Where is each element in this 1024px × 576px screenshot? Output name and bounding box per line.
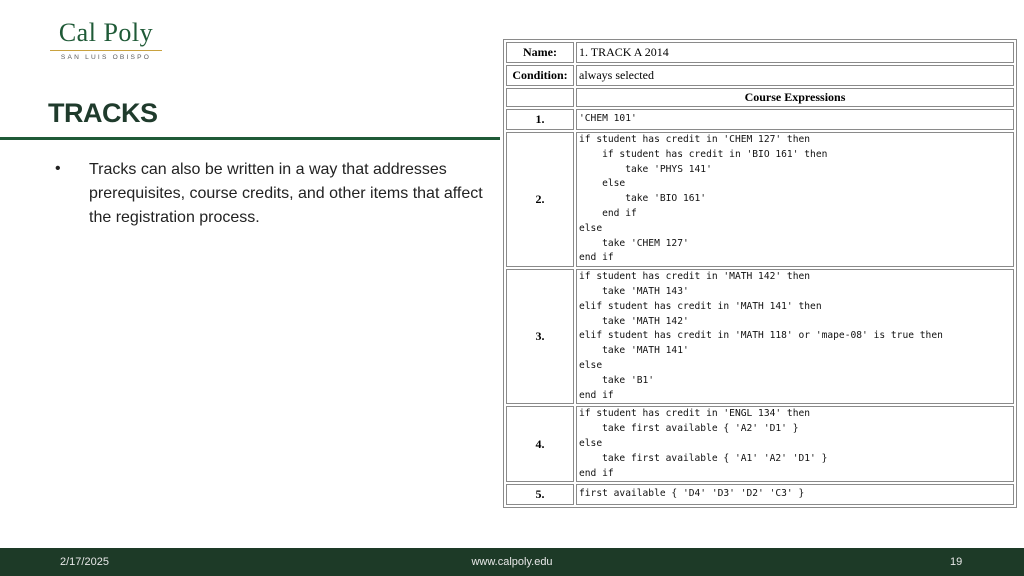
expression-cell: if student has credit in 'ENGL 134' then…	[576, 406, 1014, 483]
expression-row: 5. first available { 'D4' 'D3' 'D2' 'C3'…	[506, 484, 1014, 506]
header-row: Course Expressions	[506, 88, 1014, 107]
expression-cell: if student has credit in 'CHEM 127' then…	[576, 132, 1014, 268]
expression-cell: 'CHEM 101'	[576, 109, 1014, 130]
footer-url: www.calpoly.edu	[471, 556, 553, 568]
name-value: 1. TRACK A 2014	[576, 42, 1014, 63]
expression-code: if student has credit in 'ENGL 134' then…	[579, 408, 828, 479]
condition-value: always selected	[576, 65, 1014, 86]
row-number: 2.	[506, 132, 574, 268]
course-expressions-header: Course Expressions	[576, 88, 1014, 107]
name-label: Name:	[506, 42, 574, 63]
footer-bar: 2/17/2025 www.calpoly.edu 19	[0, 548, 1024, 576]
expression-row: 1. 'CHEM 101'	[506, 109, 1014, 130]
bullet-icon: •	[55, 160, 61, 177]
name-row: Name: 1. TRACK A 2014	[506, 42, 1014, 63]
condition-row: Condition: always selected	[506, 65, 1014, 86]
header-spacer	[506, 88, 574, 107]
condition-label: Condition:	[506, 65, 574, 86]
row-number: 5.	[506, 484, 574, 506]
expression-row: 4. if student has credit in 'ENGL 134' t…	[506, 406, 1014, 483]
expression-code: if student has credit in 'MATH 142' then…	[579, 271, 943, 401]
track-table: Name: 1. TRACK A 2014 Condition: always …	[503, 39, 1017, 509]
row-number: 4.	[506, 406, 574, 483]
logo-wordmark: Cal Poly	[58, 18, 154, 47]
bullet-text: Tracks can also be written in a way that…	[89, 161, 483, 226]
expression-row: 3. if student has credit in 'MATH 142' t…	[506, 269, 1014, 405]
logo-subtitle: SAN LUIS OBISPO	[50, 50, 162, 61]
expression-cell: first available { 'D4' 'D3' 'D2' 'C3' }	[576, 484, 1014, 506]
row-number: 3.	[506, 269, 574, 405]
expression-row: 2. if student has credit in 'CHEM 127' t…	[506, 132, 1014, 268]
cal-poly-logo: Cal Poly SAN LUIS OBISPO	[50, 20, 162, 61]
expression-code: 'CHEM 101'	[579, 113, 637, 125]
row-number: 1.	[506, 109, 574, 130]
page-number: 19	[950, 556, 963, 568]
title-divider	[0, 137, 500, 140]
expression-cell: if student has credit in 'MATH 142' then…	[576, 269, 1014, 405]
slide-title: TRACKS	[48, 98, 158, 128]
expression-code: first available { 'D4' 'D3' 'D2' 'C3' }	[579, 488, 805, 500]
expression-code: if student has credit in 'CHEM 127' then…	[579, 134, 828, 264]
